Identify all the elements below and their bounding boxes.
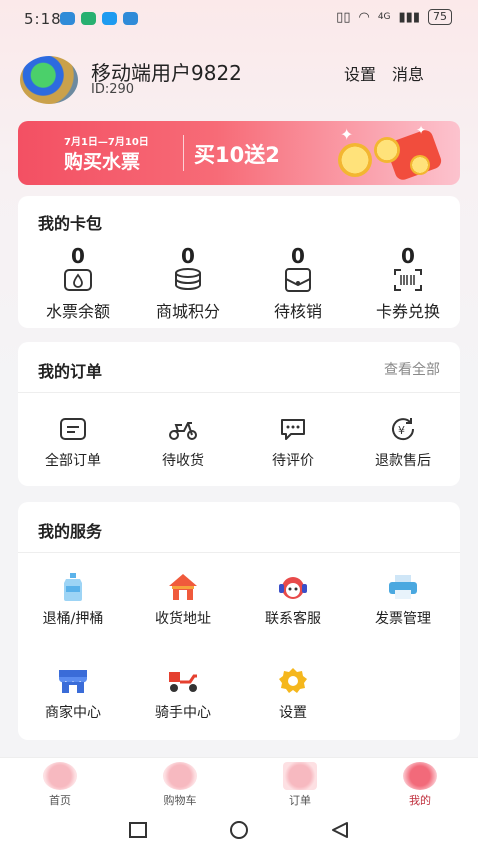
coin-icon bbox=[410, 155, 430, 175]
back-button[interactable] bbox=[330, 821, 350, 839]
sparkle-icon: ✦ bbox=[340, 125, 354, 144]
pending-verify-icon bbox=[282, 266, 314, 294]
shop-icon bbox=[56, 666, 90, 696]
settings-link[interactable]: 设置 bbox=[344, 61, 376, 85]
delivery-bike-icon bbox=[166, 666, 200, 696]
service-item-support[interactable]: 联系客服 bbox=[238, 572, 348, 628]
service-item-invoice[interactable]: 发票管理 bbox=[348, 572, 458, 628]
customer-service-icon bbox=[276, 572, 310, 602]
signal-icon: ▮▮▮ bbox=[398, 9, 420, 25]
view-all-orders-link[interactable]: 查看全部 bbox=[384, 359, 440, 379]
recents-button[interactable] bbox=[128, 821, 148, 839]
wallet-label: 待核销 bbox=[273, 302, 322, 321]
wallet-item-pending[interactable]: 0 待核销 bbox=[243, 244, 353, 322]
service-label: 收货地址 bbox=[155, 611, 211, 627]
orders-icon bbox=[283, 762, 317, 790]
coin-icon bbox=[374, 137, 400, 163]
refund-icon: ¥ bbox=[387, 416, 419, 442]
system-nav-bar bbox=[0, 809, 478, 850]
messages-link[interactable]: 消息 bbox=[392, 61, 424, 85]
service-item-merchant[interactable]: 商家中心 bbox=[18, 666, 128, 722]
wallet-value: 0 bbox=[291, 244, 305, 268]
tab-label: 购物车 bbox=[163, 794, 197, 807]
tab-orders[interactable]: 订单 bbox=[260, 762, 340, 808]
home-button[interactable] bbox=[228, 821, 250, 839]
services-card: 我的服务 退桶/押桶 收货地址 联系客服 发票管理 商家中心 骑手中心 设置 bbox=[18, 502, 460, 740]
tab-label: 订单 bbox=[289, 794, 311, 807]
water-ticket-icon bbox=[62, 266, 94, 294]
bottom-tab-bar: 首页 购物车 订单 我的 bbox=[0, 757, 478, 809]
order-item-to-receive[interactable]: 待收货 bbox=[128, 416, 238, 470]
battery-icon: 75 bbox=[428, 9, 452, 25]
notification-icons bbox=[60, 12, 138, 25]
wallet-label: 水票余额 bbox=[45, 302, 110, 321]
house-icon bbox=[166, 572, 200, 602]
status-bar: 5:18 ▯▯ ◠ 4G ▮▮▮ 75 bbox=[0, 0, 478, 38]
wallet-item-coupon[interactable]: 0 卡券兑换 bbox=[353, 244, 463, 322]
comment-icon bbox=[277, 416, 309, 442]
orders-title: 我的订单 bbox=[38, 362, 103, 381]
orders-card: 我的订单 查看全部 全部订单 待收货 待评价 ¥ 退款售后 bbox=[18, 342, 460, 486]
network-label: 4G bbox=[377, 12, 391, 22]
service-label: 骑手中心 bbox=[155, 705, 211, 721]
coin-stack-icon bbox=[172, 266, 204, 294]
service-item-bucket[interactable]: 退桶/押桶 bbox=[18, 572, 128, 628]
status-time: 5:18 bbox=[24, 10, 62, 28]
tab-label: 我的 bbox=[409, 794, 431, 807]
wallet-value: 0 bbox=[71, 244, 85, 268]
service-label: 商家中心 bbox=[45, 705, 101, 721]
service-item-settings[interactable]: 设置 bbox=[238, 666, 348, 722]
wallet-item-water-ticket[interactable]: 0 水票余额 bbox=[23, 244, 133, 322]
tab-cart[interactable]: 购物车 bbox=[140, 762, 220, 808]
service-label: 退桶/押桶 bbox=[42, 611, 104, 627]
user-id: ID:290 bbox=[91, 82, 135, 97]
banner-date: 7月1日—7月10日 bbox=[64, 137, 149, 148]
wallet-value: 0 bbox=[401, 244, 415, 268]
printer-icon bbox=[386, 572, 420, 602]
wallet-item-points[interactable]: 0 商城积分 bbox=[133, 244, 243, 322]
banner-title: 购买水票 bbox=[64, 151, 141, 173]
avatar[interactable] bbox=[20, 56, 78, 104]
wallet-label: 商城积分 bbox=[155, 302, 220, 321]
wallet-title: 我的卡包 bbox=[38, 214, 103, 233]
order-label: 全部订单 bbox=[45, 453, 101, 469]
tab-profile[interactable]: 我的 bbox=[380, 762, 460, 808]
banner-promo: 买10送2 bbox=[194, 143, 280, 167]
order-list-icon bbox=[57, 416, 89, 442]
barcode-scan-icon bbox=[392, 266, 424, 294]
order-item-to-review[interactable]: 待评价 bbox=[238, 416, 348, 470]
vibrate-icon: ▯▯ bbox=[336, 9, 351, 25]
service-item-rider[interactable]: 骑手中心 bbox=[128, 666, 238, 722]
tab-label: 首页 bbox=[49, 794, 71, 807]
wifi-icon: ◠ bbox=[358, 9, 370, 25]
sparkle-icon: ✦ bbox=[416, 123, 427, 137]
status-right: ▯▯ ◠ 4G ▮▮▮ 75 bbox=[336, 9, 452, 25]
gear-icon bbox=[276, 666, 310, 696]
wallet-card: 我的卡包 0 水票余额 0 商城积分 0 待核销 0 卡券兑换 bbox=[18, 196, 460, 328]
svg-text:¥: ¥ bbox=[398, 424, 405, 437]
cart-icon bbox=[163, 762, 197, 790]
tab-home[interactable]: 首页 bbox=[20, 762, 100, 808]
order-label: 退款售后 bbox=[375, 453, 431, 469]
service-label: 发票管理 bbox=[375, 611, 431, 627]
wallet-value: 0 bbox=[181, 244, 195, 268]
order-label: 待收货 bbox=[162, 453, 204, 469]
water-bucket-icon bbox=[56, 572, 90, 602]
order-label: 待评价 bbox=[272, 453, 314, 469]
profile-icon bbox=[403, 762, 437, 790]
home-icon bbox=[43, 762, 77, 790]
promo-banner[interactable]: 7月1日—7月10日 购买水票 买10送2 ✦ ✦ bbox=[18, 121, 460, 185]
service-label: 设置 bbox=[279, 705, 307, 721]
service-label: 联系客服 bbox=[265, 611, 321, 627]
wallet-label: 卡券兑换 bbox=[375, 302, 440, 321]
coin-icon bbox=[338, 143, 372, 177]
order-item-refund[interactable]: ¥ 退款售后 bbox=[348, 416, 458, 470]
scooter-icon bbox=[167, 416, 199, 442]
services-title: 我的服务 bbox=[38, 522, 103, 541]
service-item-address[interactable]: 收货地址 bbox=[128, 572, 238, 628]
order-item-all[interactable]: 全部订单 bbox=[18, 416, 128, 470]
